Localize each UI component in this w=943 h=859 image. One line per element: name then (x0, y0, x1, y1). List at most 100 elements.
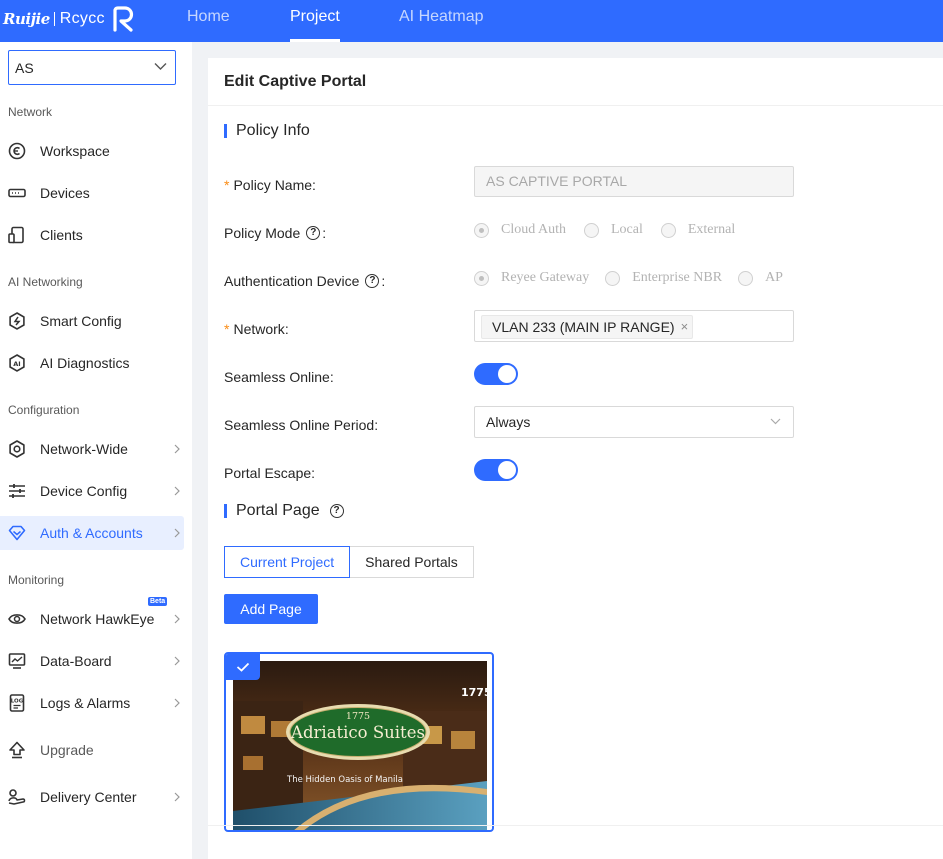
chevron-down-icon (154, 63, 167, 70)
chevron-right-icon (174, 486, 180, 496)
hawkeye-icon (8, 614, 26, 624)
smart-config-icon (9, 312, 25, 330)
policy-mode-label-text: Policy Mode (224, 225, 301, 241)
seamless-online-toggle[interactable] (474, 363, 518, 385)
network-multiselect[interactable]: VLAN 233 (MAIN IP RANGE) × (474, 310, 794, 342)
chevron-right-icon (174, 698, 180, 708)
help-icon[interactable]: ? (329, 504, 344, 518)
gear-icon (9, 440, 25, 458)
footer-divider (208, 825, 943, 826)
svg-text:LOG: LOG (11, 699, 24, 705)
section-network: Network (8, 105, 53, 119)
corner-year: 1775 (461, 686, 487, 699)
logo-name: Adriatico Suites (290, 723, 425, 742)
network-label-text: Network (233, 321, 285, 337)
sidebar-item-label: Delivery Center (40, 789, 137, 805)
tab-home[interactable]: Home (187, 0, 230, 42)
network-tag-label: VLAN 233 (MAIN IP RANGE) (492, 319, 675, 335)
sidebar-item-network-hawkeye[interactable]: Network HawkEye Beta (0, 597, 184, 636)
heading-accent-bar (224, 124, 227, 138)
seamless-period-value: Always (486, 414, 531, 430)
seamless-period-label-text: Seamless Online Period (224, 417, 375, 433)
sidebar-item-ai-diagnostics[interactable]: AI AI Diagnostics (0, 346, 184, 380)
portal-escape-label-text: Portal Escape (224, 465, 312, 481)
portal-page-card[interactable]: 1775 Adriatico Suites The Hidden Oasis o… (224, 652, 494, 832)
tab-current-project[interactable]: Current Project (224, 546, 351, 578)
chevron-down-icon (770, 418, 781, 425)
sidebar-item-label: Data-Board (40, 653, 112, 669)
sidebar-item-label: Auth & Accounts (40, 525, 143, 541)
radio-label: Enterprise NBR (632, 270, 723, 285)
radio-local[interactable] (583, 222, 599, 238)
devices-icon (8, 188, 26, 198)
clients-icon (8, 226, 24, 244)
sidebar-item-devices[interactable]: Devices (0, 176, 184, 210)
page-title: Edit Captive Portal (224, 73, 367, 90)
sidebar: AS Network Workspace Devices Clients AI … (0, 42, 192, 859)
edit-captive-portal-panel: Edit Captive Portal Policy Info * Policy… (208, 58, 943, 859)
seamless-online-label: Seamless Online : (224, 369, 334, 385)
logo-year: 1775 (346, 711, 370, 722)
heading-accent-bar (224, 504, 227, 518)
policy-name-label-text: Policy Name (233, 177, 313, 193)
workspace-icon (8, 142, 26, 160)
tab-project[interactable]: Project (290, 0, 340, 42)
chevron-right-icon (174, 614, 180, 624)
tagline: The Hidden Oasis of Manila (286, 775, 403, 785)
project-select[interactable]: AS (8, 50, 176, 85)
sidebar-item-workspace[interactable]: Workspace (0, 134, 184, 168)
sidebar-item-device-config[interactable]: Device Config (0, 474, 184, 508)
sidebar-item-label: Network-Wide (40, 441, 128, 457)
brand-reyee-text: Rcycc (59, 10, 105, 27)
data-board-icon (8, 653, 26, 669)
sidebar-item-delivery-center[interactable]: Delivery Center (0, 780, 184, 814)
add-page-button[interactable]: Add Page (224, 594, 318, 624)
top-nav-bar: Ruijie Rcycc Home Project AI Heatmap (0, 0, 943, 42)
brand-ruijie-text: Ruijie (3, 10, 50, 28)
chevron-right-icon (174, 528, 180, 538)
help-icon[interactable]: ? (365, 274, 380, 288)
seamless-period-select[interactable]: Always (474, 406, 794, 438)
sidebar-item-network-wide[interactable]: Network-Wide (0, 432, 184, 466)
policy-mode-label: Policy Mode ? : (224, 225, 326, 241)
sidebar-item-upgrade[interactable]: Upgrade (0, 733, 184, 767)
portal-escape-toggle[interactable] (474, 459, 518, 481)
log-icon: LOG (9, 694, 25, 712)
network-label: * Network : (224, 321, 289, 337)
tab-ai-heatmap[interactable]: AI Heatmap (399, 0, 483, 42)
sidebar-item-clients[interactable]: Clients (0, 218, 184, 252)
sidebar-item-smart-config[interactable]: Smart Config (0, 304, 184, 338)
sidebar-item-label: Workspace (40, 143, 110, 159)
policy-name-label: * Policy Name : (224, 177, 316, 193)
help-icon[interactable]: ? (306, 226, 321, 240)
brand-separator (53, 12, 55, 26)
sidebar-item-label: Smart Config (40, 313, 122, 329)
tab-shared-portals[interactable]: Shared Portals (350, 546, 474, 578)
brand-logo: Ruijie Rcycc (3, 6, 136, 32)
sidebar-item-logs-alarms[interactable]: LOG Logs & Alarms (0, 686, 184, 720)
close-icon[interactable]: × (681, 319, 689, 338)
sidebar-item-auth-accounts[interactable]: Auth & Accounts (0, 516, 184, 550)
seamless-period-label: Seamless Online Period : (224, 417, 378, 433)
radio-label: Reyee Gateway (501, 270, 590, 285)
radio-external[interactable] (660, 222, 676, 238)
label-colon: : (311, 465, 316, 481)
label-colon: : (284, 321, 289, 337)
sidebar-item-data-board[interactable]: Data-Board (0, 644, 184, 678)
reyee-r-logo-icon (113, 6, 133, 32)
label-colon: : (322, 225, 327, 241)
diamond-icon (8, 525, 26, 541)
policy-name-input[interactable]: AS CAPTIVE PORTAL (474, 166, 794, 197)
portal-source-tabs: Current Project Shared Portals (224, 546, 474, 578)
sidebar-item-label: Device Config (40, 483, 128, 499)
upgrade-arrow-icon (9, 741, 25, 759)
radio-cloud-auth[interactable] (474, 222, 489, 238)
required-mark: * (224, 177, 230, 193)
auth-device-radio-group: Reyee Gateway Enterprise NBR AP (474, 270, 783, 286)
check-icon (226, 654, 260, 680)
sidebar-item-label: AI Diagnostics (40, 355, 130, 371)
radio-enterprise-nbr[interactable] (605, 270, 621, 286)
radio-label: Cloud Auth (501, 222, 566, 237)
radio-reyee-gateway[interactable] (474, 270, 489, 286)
radio-ap[interactable] (738, 270, 754, 286)
